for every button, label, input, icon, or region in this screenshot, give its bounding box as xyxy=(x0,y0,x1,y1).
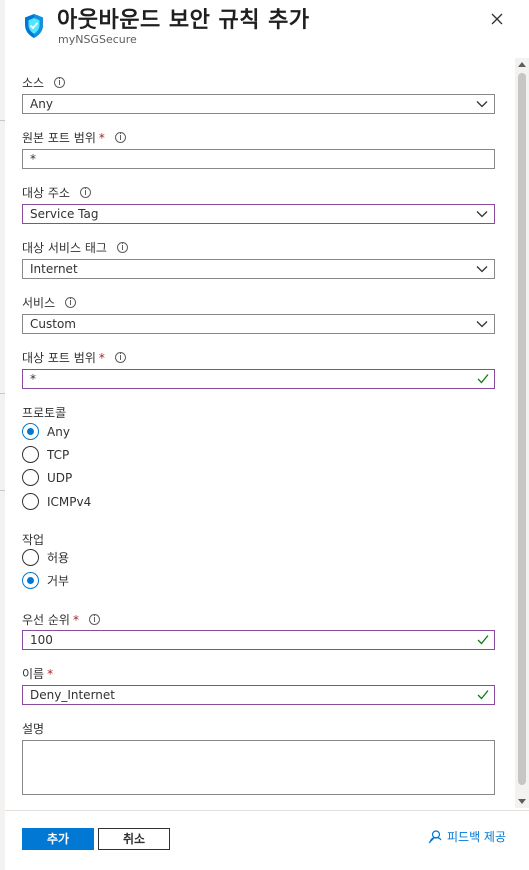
destination-port-input[interactable]: * xyxy=(22,369,495,389)
info-icon[interactable] xyxy=(79,187,91,198)
radio-label: 거부 xyxy=(47,574,70,588)
chevron-down-icon xyxy=(476,211,488,218)
radio-selected-icon xyxy=(22,423,39,440)
add-button[interactable]: 추가 xyxy=(22,828,94,850)
source-port-value: * xyxy=(30,152,36,166)
close-icon[interactable] xyxy=(486,8,508,30)
priority-label: 우선 순위 * xyxy=(22,611,100,628)
destination-port-label-text: 대상 포트 범위 xyxy=(22,351,96,365)
shield-icon xyxy=(25,14,43,38)
priority-value: 100 xyxy=(30,633,53,647)
protocol-radio-udp[interactable]: UDP xyxy=(22,469,72,486)
checkmark-icon xyxy=(477,690,489,700)
destination-port-label: 대상 포트 범위 * xyxy=(22,349,126,366)
scroll-up-icon[interactable] xyxy=(518,62,526,67)
radio-label: UDP xyxy=(47,470,73,485)
feedback-label: 피드백 제공 xyxy=(447,830,507,844)
radio-unselected-icon xyxy=(22,549,39,566)
required-asterisk: * xyxy=(72,612,79,627)
panel-title: 아웃바운드 보안 규칙 추가 xyxy=(57,8,310,33)
service-value: Custom xyxy=(30,317,76,331)
destination-label: 대상 주소 xyxy=(22,184,91,201)
source-port-label-text: 원본 포트 범위 xyxy=(22,131,96,145)
description-label-text: 설명 xyxy=(22,722,45,736)
description-textarea[interactable] xyxy=(22,740,495,795)
protocol-label-text: 프로토콜 xyxy=(22,406,67,420)
required-asterisk: * xyxy=(47,666,54,681)
chevron-down-icon xyxy=(476,266,488,273)
destination-dropdown[interactable]: Service Tag xyxy=(22,204,495,224)
radio-unselected-icon xyxy=(22,446,39,463)
panel-subtitle: myNSGSecure xyxy=(58,33,137,46)
action-label-text: 작업 xyxy=(22,533,45,547)
required-asterisk: * xyxy=(98,130,105,145)
info-icon[interactable] xyxy=(114,352,126,363)
service-label: 서비스 xyxy=(22,294,77,311)
vertical-scrollbar[interactable] xyxy=(515,58,529,808)
source-value: Any xyxy=(30,97,53,111)
outbound-rule-panel: 아웃바운드 보안 규칙 추가 myNSGSecure 소스 Any 원본 포트 … xyxy=(5,0,529,870)
radio-label: Any xyxy=(47,424,70,439)
protocol-radio-tcp[interactable]: TCP xyxy=(22,446,69,463)
chevron-down-icon xyxy=(476,101,488,108)
service-dropdown[interactable]: Custom xyxy=(22,314,495,334)
feedback-link[interactable]: 피드백 제공 xyxy=(428,828,506,845)
destination-port-value: * xyxy=(30,372,36,386)
source-port-input[interactable]: * xyxy=(22,149,495,169)
destination-service-tag-label-text: 대상 서비스 태그 xyxy=(22,241,107,255)
radio-selected-icon xyxy=(22,572,39,589)
radio-unselected-icon xyxy=(22,493,39,510)
feedback-icon xyxy=(428,830,442,844)
destination-label-text: 대상 주소 xyxy=(22,186,70,200)
priority-label-text: 우선 순위 xyxy=(22,613,70,627)
action-radio-deny[interactable]: 거부 xyxy=(22,572,69,589)
destination-service-tag-dropdown[interactable]: Internet xyxy=(22,259,495,279)
name-input[interactable]: Deny_Internet xyxy=(22,685,495,705)
priority-input[interactable]: 100 xyxy=(22,630,495,650)
destination-service-tag-label: 대상 서비스 태그 xyxy=(22,239,128,256)
radio-label: TCP xyxy=(47,447,70,462)
description-label: 설명 xyxy=(22,720,44,737)
source-label: 소스 xyxy=(22,74,66,91)
radio-label: 허용 xyxy=(47,551,70,565)
action-radio-allow[interactable]: 허용 xyxy=(22,549,69,566)
destination-service-tag-value: Internet xyxy=(30,262,78,276)
checkmark-icon xyxy=(477,635,489,645)
info-icon[interactable] xyxy=(116,242,128,253)
info-icon[interactable] xyxy=(65,297,77,308)
cancel-button[interactable]: 취소 xyxy=(98,828,170,850)
radio-label: ICMPv4 xyxy=(47,494,92,509)
checkmark-icon xyxy=(477,374,489,384)
info-icon[interactable] xyxy=(88,614,100,625)
name-label-text: 이름 xyxy=(22,667,45,681)
source-dropdown[interactable]: Any xyxy=(22,94,495,114)
footer-divider xyxy=(5,810,529,811)
service-label-text: 서비스 xyxy=(22,296,56,310)
info-icon[interactable] xyxy=(54,77,66,88)
name-value: Deny_Internet xyxy=(30,688,115,702)
source-port-label: 원본 포트 범위 * xyxy=(22,129,126,146)
protocol-radio-any[interactable]: Any xyxy=(22,423,70,440)
source-label-text: 소스 xyxy=(22,76,45,90)
protocol-label: 프로토콜 xyxy=(22,404,66,421)
action-label: 작업 xyxy=(22,531,44,548)
chevron-down-icon xyxy=(476,321,488,328)
destination-value: Service Tag xyxy=(30,207,99,221)
radio-unselected-icon xyxy=(22,469,39,486)
required-asterisk: * xyxy=(98,350,105,365)
scroll-down-icon[interactable] xyxy=(518,799,526,804)
name-label: 이름 * xyxy=(22,665,53,682)
scrollbar-thumb[interactable] xyxy=(518,73,526,785)
protocol-radio-icmpv4[interactable]: ICMPv4 xyxy=(22,493,91,510)
panel-header: 아웃바운드 보안 규칙 추가 myNSGSecure xyxy=(5,0,529,58)
info-icon[interactable] xyxy=(114,132,126,143)
